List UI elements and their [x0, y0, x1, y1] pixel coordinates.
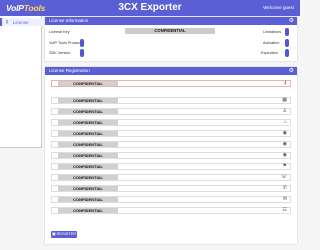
save-icon: ▣	[51, 232, 56, 236]
settings-icon[interactable]: ⚙	[289, 67, 294, 75]
voip-tools-product-label: VoIP Tools Product	[49, 41, 81, 45]
key-icon: ⚷	[283, 80, 287, 86]
person-icon: ♙	[282, 108, 287, 114]
state-input[interactable]: CONFIDENTIAL ◉	[51, 141, 291, 148]
chat-icon: ☏	[280, 174, 287, 180]
license-information-panel: License Information ⚙ License Key CONFID…	[45, 17, 297, 61]
welcome-user-menu[interactable]: Welcome guest	[263, 5, 294, 10]
settings-icon[interactable]: ⚙	[289, 17, 294, 25]
sdk-version-label: SDK Version	[49, 51, 71, 55]
mail-icon: ✉	[282, 196, 287, 202]
sidebar: ⚷ License	[0, 16, 42, 148]
limitations-label: Limitations	[263, 30, 282, 34]
panel-header: License Information ⚙	[45, 17, 297, 25]
phone-icon: ✆	[282, 185, 287, 191]
voip-tools-product-toggle[interactable]	[80, 39, 84, 47]
flag-icon: ⚑	[282, 163, 287, 169]
contacts-input[interactable]: CONFIDENTIAL ☷	[51, 207, 291, 214]
panel-title: License Registration	[49, 68, 90, 73]
contacts-icon: ☷	[282, 207, 287, 213]
app-title: 3CX Exporter	[118, 2, 182, 13]
activation-toggle[interactable]	[285, 39, 289, 47]
activation-label: Activation	[263, 41, 280, 45]
company-input[interactable]: CONFIDENTIAL ▦	[51, 97, 291, 104]
location-icon: ◉	[282, 152, 287, 158]
key-icon: ⚷	[5, 19, 9, 25]
sidebar-item-license[interactable]: ⚷ License	[0, 18, 42, 26]
license-key-value: CONFIDENTIAL	[125, 28, 215, 34]
building-icon: ▦	[282, 97, 287, 103]
email-input[interactable]: CONFIDENTIAL ✉	[51, 196, 291, 203]
location-icon: ◉	[282, 130, 287, 136]
top-bar: VoIPTools 3CX Exporter Welcome guest	[0, 0, 300, 16]
message-input[interactable]: CONFIDENTIAL ☏	[51, 174, 291, 181]
home-icon: ⌂	[283, 119, 287, 125]
contact-name-input[interactable]: CONFIDENTIAL ♙	[51, 108, 291, 115]
sidebar-item-label: License	[13, 19, 29, 25]
register-button[interactable]: ▣ REGISTER	[51, 231, 77, 238]
limitations-toggle[interactable]	[285, 28, 289, 36]
location-icon: ◉	[282, 141, 287, 147]
phone-input[interactable]: CONFIDENTIAL ✆	[51, 185, 291, 192]
address-input[interactable]: CONFIDENTIAL ⌂	[51, 119, 291, 126]
expiration-toggle[interactable]	[285, 49, 289, 57]
license-registration-panel: License Registration ⚙ CONFIDENTIAL ⚷ CO…	[45, 67, 297, 244]
panel-title: License Information	[49, 18, 89, 23]
license-key-label: License Key	[49, 30, 70, 34]
zip-input[interactable]: CONFIDENTIAL ◉	[51, 152, 291, 159]
country-input[interactable]: CONFIDENTIAL ⚑	[51, 163, 291, 170]
sdk-version-toggle[interactable]	[80, 49, 84, 57]
panel-header: License Registration ⚙	[45, 67, 297, 75]
license-key-input[interactable]: CONFIDENTIAL ⚷	[51, 80, 291, 87]
city-input[interactable]: CONFIDENTIAL ◉	[51, 130, 291, 137]
expiration-label: Expiration	[261, 51, 278, 55]
